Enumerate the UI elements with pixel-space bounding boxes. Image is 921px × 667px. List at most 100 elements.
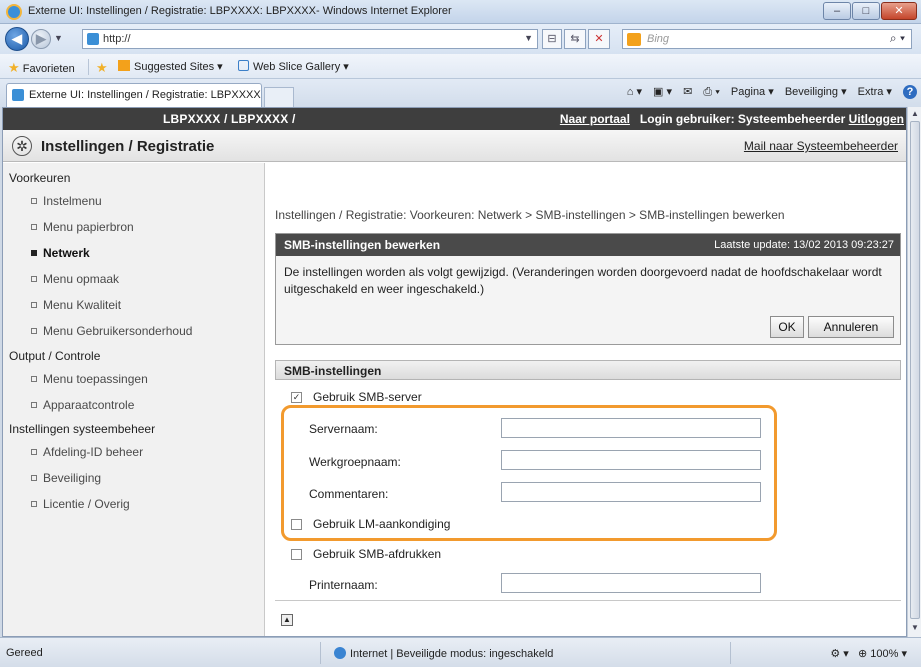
web-slice-label: Web Slice Gallery ▾ bbox=[253, 61, 349, 73]
search-box[interactable]: Bing ⌕ ▾ bbox=[622, 29, 912, 49]
sidebar-item-menu-kwaliteit[interactable]: Menu Kwaliteit bbox=[31, 298, 121, 312]
bullet-icon bbox=[31, 449, 37, 455]
edit-message: De instellingen worden als volgt gewijzi… bbox=[284, 265, 882, 296]
star-icon: ★ bbox=[8, 60, 20, 75]
divider bbox=[88, 59, 89, 75]
back-button[interactable]: ◀ bbox=[5, 27, 29, 51]
favorites-bar: ★ Favorieten ★ Suggested Sites ▾ Web Sli… bbox=[0, 54, 921, 79]
tab-row: Externe UI: Instellingen / Registratie: … bbox=[0, 79, 921, 107]
edit-panel-title: SMB-instellingen bewerken bbox=[284, 238, 441, 252]
back-arrow-icon: ◀ bbox=[12, 31, 22, 46]
page-favicon-icon bbox=[87, 33, 99, 45]
sidebar-item-netwerk[interactable]: Netwerk bbox=[31, 246, 90, 260]
browser-tab[interactable]: Externe UI: Instellingen / Registratie: … bbox=[6, 83, 262, 107]
portal-link[interactable]: Naar portaal bbox=[560, 112, 630, 126]
zoom-control[interactable]: ⚙ ▾ ⊕ 100% ▾ bbox=[830, 647, 907, 660]
sidebar-item-licentie-overig[interactable]: Licentie / Overig bbox=[31, 497, 130, 511]
mail-icon[interactable]: ✉ bbox=[683, 85, 692, 98]
vertical-scrollbar[interactable]: ▲ ▼ bbox=[907, 107, 921, 637]
tools-menu[interactable]: Extra ▾ bbox=[858, 85, 892, 98]
edit-settings-panel: SMB-instellingen bewerken Laatste update… bbox=[275, 233, 901, 345]
command-bar: ⌂ ▾ ▣ ▾ ✉ ⎙ ▾ Pagina ▾ Beveiliging ▾ Ext… bbox=[619, 85, 917, 99]
sidebar-item-menu-toepassingen[interactable]: Menu toepassingen bbox=[31, 372, 148, 386]
new-tab-button[interactable] bbox=[264, 87, 294, 107]
smb-section-title: SMB-instellingen bbox=[284, 364, 382, 378]
home-icon[interactable]: ⌂ ▾ bbox=[627, 85, 642, 98]
scroll-down-icon[interactable]: ▼ bbox=[910, 623, 920, 632]
protected-mode-icon: ⚙ ▾ bbox=[830, 648, 849, 660]
bullet-icon bbox=[31, 224, 37, 230]
internet-explorer-icon bbox=[6, 4, 22, 20]
help-icon[interactable]: ? bbox=[903, 85, 917, 99]
web-slice-icon bbox=[238, 60, 249, 71]
scroll-thumb[interactable] bbox=[910, 121, 920, 619]
compatibility-icon[interactable]: ⊟ bbox=[542, 29, 562, 49]
scroll-up-icon[interactable]: ▲ bbox=[910, 109, 920, 118]
sidebar-item-menu-opmaak[interactable]: Menu opmaak bbox=[31, 272, 119, 286]
highlight-frame bbox=[281, 405, 777, 541]
history-dropdown-icon[interactable]: ▼ bbox=[54, 33, 63, 43]
security-zone[interactable]: Internet | Beveiligde modus: ingeschakel… bbox=[334, 647, 553, 660]
add-favorite-icon[interactable]: ★ bbox=[96, 60, 108, 76]
sidebar-item-afdeling-id-beheer[interactable]: Afdeling-ID beheer bbox=[31, 445, 143, 459]
print-icon[interactable]: ⎙ ▾ bbox=[703, 86, 719, 99]
smb-section-header: SMB-instellingen bbox=[275, 360, 901, 380]
use-smb-print-checkbox[interactable] bbox=[291, 549, 302, 560]
search-input[interactable]: Bing bbox=[647, 33, 669, 45]
globe-icon bbox=[334, 647, 346, 659]
maximize-button[interactable]: □ bbox=[852, 2, 880, 20]
status-bar: Gereed Internet | Beveiligde modus: inge… bbox=[0, 637, 921, 667]
use-smb-print-label: Gebruik SMB-afdrukken bbox=[313, 547, 442, 561]
divider bbox=[320, 642, 321, 664]
sidebar-group-systeembeheer: Instellingen systeembeheer bbox=[9, 422, 156, 436]
logout-link[interactable]: Uitloggen bbox=[849, 112, 904, 126]
printer-name-field[interactable] bbox=[501, 573, 761, 593]
use-smb-server-checkbox[interactable]: ✓ bbox=[291, 392, 302, 403]
window-title: Externe UI: Instellingen / Registratie: … bbox=[28, 5, 452, 17]
sidebar-item-menu-gebruikersonderhoud[interactable]: Menu Gebruikersonderhoud bbox=[31, 324, 192, 338]
zoom-icon: ⊕ bbox=[858, 648, 868, 660]
zoom-level: 100% bbox=[870, 648, 899, 660]
divider bbox=[275, 600, 901, 601]
close-button[interactable]: ✕ bbox=[881, 2, 917, 20]
sidebar-item-beveiliging[interactable]: Beveiliging bbox=[31, 471, 101, 485]
settings-gear-icon: ✲ bbox=[12, 136, 32, 156]
favorites-label: Favorieten bbox=[22, 63, 75, 75]
page-title: Instellingen / Registratie bbox=[41, 138, 215, 155]
cancel-button[interactable]: Annuleren bbox=[808, 316, 894, 338]
bullet-icon bbox=[31, 250, 37, 256]
ok-button[interactable]: OK bbox=[770, 316, 804, 338]
favorites-button[interactable]: ★ Favorieten bbox=[8, 60, 75, 76]
sidebar: Voorkeuren Instelmenu Menu papierbron Ne… bbox=[3, 163, 265, 636]
forward-button[interactable]: ▶ bbox=[31, 29, 51, 49]
printer-name-label: Printernaam: bbox=[309, 578, 378, 592]
bullet-icon bbox=[31, 376, 37, 382]
suggested-sites-label: Suggested Sites ▾ bbox=[134, 61, 223, 73]
mail-admin-link[interactable]: Mail naar Systeembeheerder bbox=[744, 139, 898, 153]
bullet-icon bbox=[31, 276, 37, 282]
bullet-icon bbox=[31, 328, 37, 334]
feeds-icon[interactable]: ▣ ▾ bbox=[653, 85, 672, 98]
navigation-bar: ◀ ▶ ▼ http:// ▼ ⊟ ⇆ ✕ Bing ⌕ ▾ bbox=[0, 24, 921, 54]
bullet-icon bbox=[31, 302, 37, 308]
bullet-icon bbox=[31, 501, 37, 507]
window-title-bar: Externe UI: Instellingen / Registratie: … bbox=[0, 0, 921, 24]
security-menu[interactable]: Beveiliging ▾ bbox=[785, 85, 847, 98]
sidebar-item-apparaatcontrole[interactable]: Apparaatcontrole bbox=[31, 398, 134, 412]
sidebar-item-menu-papierbron[interactable]: Menu papierbron bbox=[31, 220, 134, 234]
web-slice-gallery-link[interactable]: Web Slice Gallery ▾ bbox=[238, 60, 349, 73]
search-icon[interactable]: ⌕ ▾ bbox=[890, 31, 905, 46]
use-smb-server-label: Gebruik SMB-server bbox=[313, 390, 422, 404]
sidebar-group-output-controle: Output / Controle bbox=[9, 349, 101, 363]
page-top-icon[interactable]: ▲ bbox=[281, 614, 293, 626]
suggested-sites-link[interactable]: Suggested Sites ▾ bbox=[118, 60, 223, 73]
stop-icon[interactable]: ✕ bbox=[588, 29, 610, 49]
login-user-text: Login gebruiker: Systeembeheerder bbox=[639, 112, 846, 126]
address-dropdown-icon[interactable]: ▼ bbox=[524, 33, 533, 43]
page-menu[interactable]: Pagina ▾ bbox=[731, 85, 774, 98]
address-bar[interactable]: http:// ▼ bbox=[82, 29, 538, 49]
refresh-icon[interactable]: ⇆ bbox=[564, 29, 586, 49]
minimize-button[interactable]: – bbox=[823, 2, 851, 20]
sidebar-item-instelmenu[interactable]: Instelmenu bbox=[31, 194, 102, 208]
address-input[interactable]: http:// bbox=[103, 33, 131, 45]
